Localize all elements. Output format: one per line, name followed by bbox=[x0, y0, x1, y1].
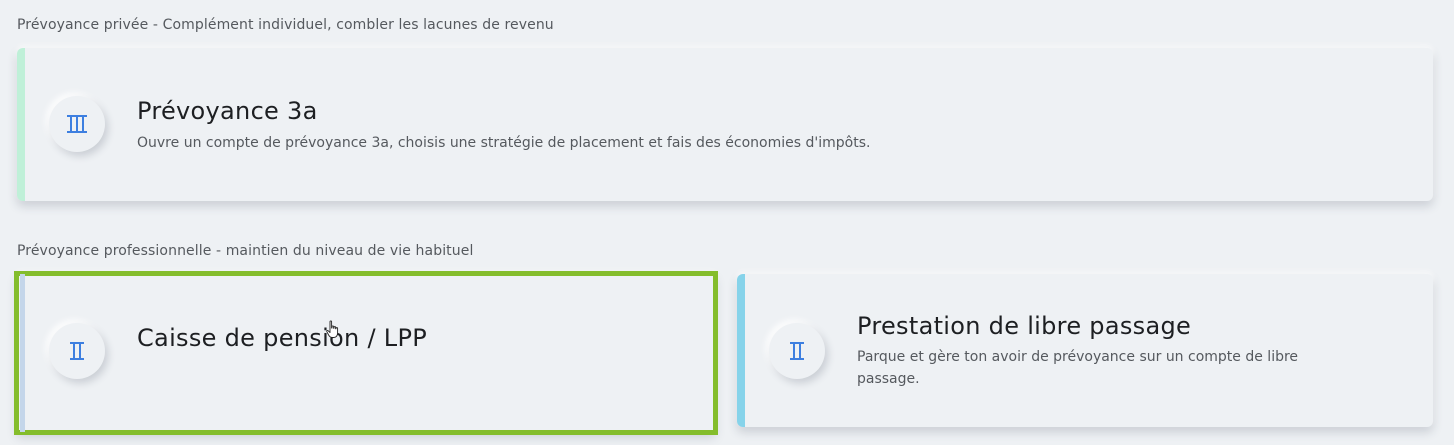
card-title: Caisse de pension / LPP bbox=[137, 324, 428, 352]
section-title-private-pension: Prévoyance privée - Complément individue… bbox=[17, 17, 554, 33]
card-accent-bar bbox=[737, 274, 745, 427]
card-accent-bar bbox=[17, 48, 25, 201]
card-description: Ouvre un compte de prévoyance 3a, choisi… bbox=[137, 135, 871, 151]
card-pension-fund-lpp[interactable]: Caisse de pension / LPP bbox=[14, 271, 718, 435]
card-description: Parque et gère ton avoir de prévoyance s… bbox=[857, 349, 1299, 387]
section-title-occupational-pension: Prévoyance professionnelle - maintien du… bbox=[17, 243, 474, 259]
pillar-2-icon bbox=[769, 323, 825, 379]
pension-options-page: Prévoyance privée - Complément individue… bbox=[0, 0, 1454, 445]
pillar-2-icon bbox=[49, 323, 105, 379]
card-title: Prestation de libre passage bbox=[857, 312, 1192, 340]
card-pillar-3a[interactable]: Prévoyance 3a Ouvre un compte de prévoya… bbox=[17, 48, 1433, 201]
pillar-3-icon bbox=[49, 96, 105, 152]
card-vested-benefits[interactable]: Prestation de libre passage Parque et gè… bbox=[737, 274, 1433, 427]
card-title: Prévoyance 3a bbox=[137, 97, 318, 125]
card-accent-bar bbox=[20, 274, 25, 432]
